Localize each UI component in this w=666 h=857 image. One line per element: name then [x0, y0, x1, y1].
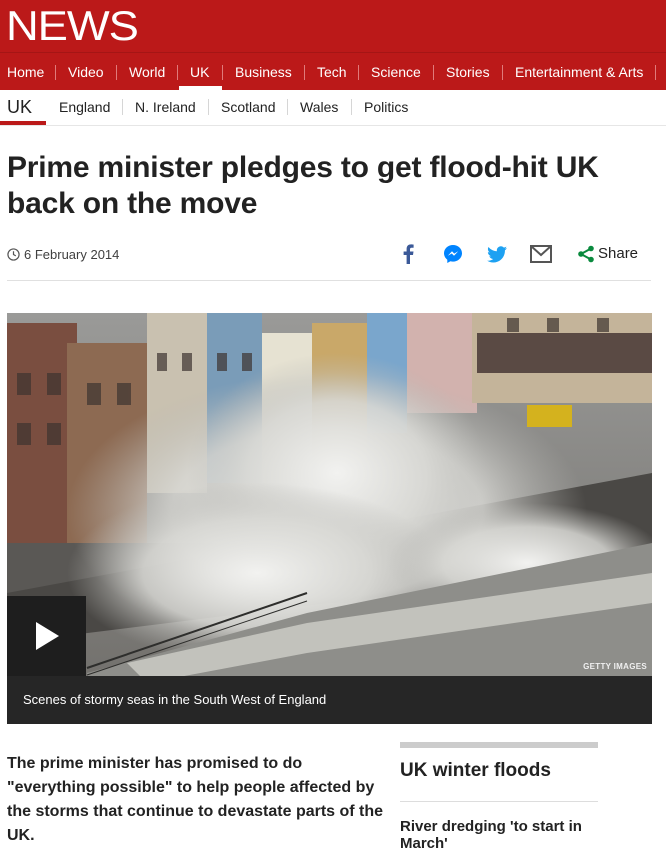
- nav-divider: [55, 65, 56, 80]
- subnav-current-uk[interactable]: UK: [7, 90, 32, 124]
- subnav-item-wales[interactable]: Wales: [300, 90, 338, 124]
- article-intro: The prime minister has promised to do "e…: [7, 755, 384, 844]
- main-navigation: Home Video World UK Business Tech Scienc…: [0, 52, 666, 90]
- facebook-icon[interactable]: [396, 241, 420, 267]
- aside-title[interactable]: UK winter floods: [400, 759, 551, 783]
- aside-story-link[interactable]: River dredging 'to start in March': [400, 818, 630, 852]
- nav-item-science[interactable]: Science: [371, 53, 421, 91]
- nav-item-tech[interactable]: Tech: [317, 53, 347, 91]
- nav-divider: [358, 65, 359, 80]
- nav-divider: [222, 65, 223, 80]
- nav-divider: [177, 65, 178, 80]
- divider: [7, 280, 651, 281]
- video-player[interactable]: GETTY IMAGES Scenes of stormy seas in th…: [7, 313, 652, 724]
- image-credit: GETTY IMAGES: [583, 662, 647, 671]
- nav-item-home[interactable]: Home: [7, 53, 44, 91]
- nav-item-business[interactable]: Business: [235, 53, 292, 91]
- subnav-active-indicator: [0, 121, 46, 125]
- nav-divider: [655, 65, 656, 80]
- subnav-item-n-ireland[interactable]: N. Ireland: [135, 90, 196, 124]
- email-icon[interactable]: [529, 241, 553, 267]
- subnav-divider: [122, 99, 123, 115]
- section-navigation: UK England N. Ireland Scotland Wales Pol…: [0, 90, 666, 126]
- subnav-item-politics[interactable]: Politics: [364, 90, 408, 124]
- messenger-icon[interactable]: [441, 241, 465, 267]
- subnav-item-scotland[interactable]: Scotland: [221, 90, 275, 124]
- nav-item-video[interactable]: Video: [68, 53, 104, 91]
- nav-item-stories[interactable]: Stories: [446, 53, 490, 91]
- aside-top-bar: [400, 742, 598, 748]
- subnav-divider: [287, 99, 288, 115]
- masthead: NEWS: [0, 0, 666, 52]
- play-icon: [35, 622, 59, 650]
- aside-divider: [400, 801, 598, 802]
- subnav-divider: [208, 99, 209, 115]
- clock-icon: [7, 247, 20, 261]
- subnav-item-england[interactable]: England: [59, 90, 110, 124]
- nav-divider: [304, 65, 305, 80]
- share-icon[interactable]: [574, 241, 598, 267]
- news-logo[interactable]: NEWS: [6, 4, 139, 48]
- article-date: 6 February 2014: [7, 244, 119, 264]
- nav-divider: [116, 65, 117, 80]
- subnav-divider: [351, 99, 352, 115]
- media-caption: Scenes of stormy seas in the South West …: [7, 676, 652, 724]
- play-button[interactable]: [7, 596, 86, 676]
- nav-divider: [502, 65, 503, 80]
- date-text: 6 February 2014: [24, 246, 120, 262]
- stormy-sea-image: [7, 313, 652, 724]
- nav-item-entertainment-arts[interactable]: Entertainment & Arts: [515, 53, 643, 91]
- nav-divider: [433, 65, 434, 80]
- article-headline: Prime minister pledges to get flood-hit …: [7, 151, 599, 220]
- share-label[interactable]: Share: [598, 244, 638, 264]
- nav-item-world[interactable]: World: [129, 53, 165, 91]
- twitter-icon[interactable]: [485, 241, 509, 267]
